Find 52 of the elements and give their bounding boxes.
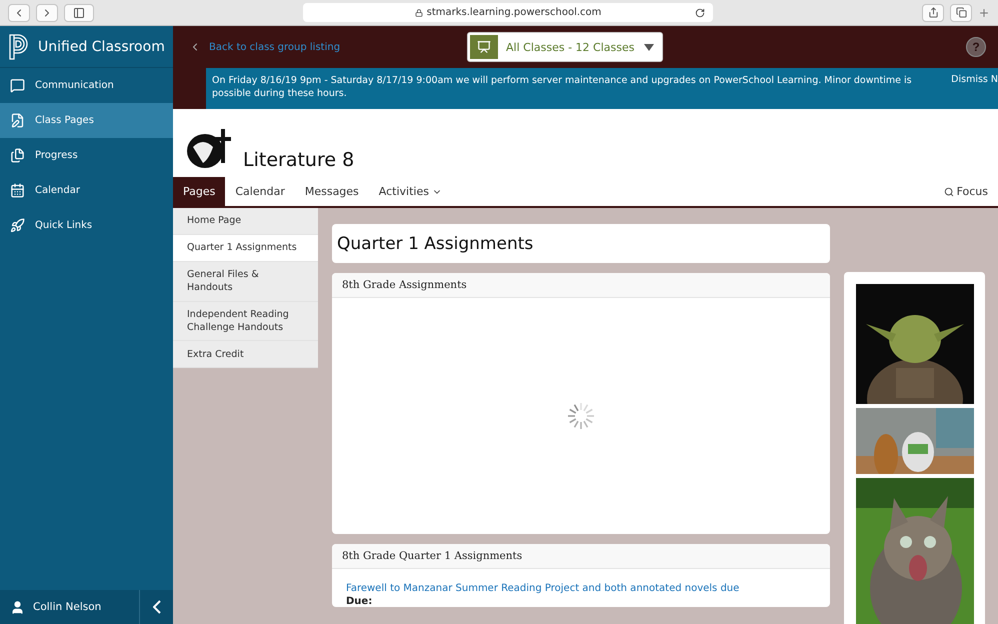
page-item[interactable]: Quarter 1 Assignments	[173, 235, 318, 262]
sidebar-item[interactable]: Quick Links	[0, 208, 173, 243]
card-title: 8th Grade Quarter 1 Assignments	[332, 544, 830, 569]
banner-message: On Friday 8/16/19 9pm - Saturday 8/17/19 9:00am we will perform server maintenance and upgrades on PowerSchool Learning. Minor downtime is possible during these hours.	[211, 74, 913, 102]
caret-icon	[644, 44, 654, 50]
class-tab[interactable]: Activities	[368, 177, 452, 206]
class-picker[interactable]: All Classes - 12 Classes	[467, 32, 663, 62]
back-link[interactable]: Back to class group listing	[189, 41, 340, 53]
chevron-left-icon	[152, 600, 160, 614]
address-bar[interactable]: stmarks.learning.powerschool.com	[303, 3, 713, 22]
forward-button[interactable]	[36, 4, 58, 22]
sidebar-toggle-button[interactable]	[64, 4, 94, 22]
class-tab[interactable]: Pages	[173, 177, 226, 206]
share-icon	[928, 7, 938, 18]
reload-icon[interactable]	[695, 8, 705, 18]
lion-logo-icon	[185, 127, 233, 171]
page-item[interactable]: General Files & Handouts	[173, 262, 318, 302]
files-icon	[10, 148, 25, 163]
user-icon	[10, 600, 25, 614]
edit-icon	[10, 113, 25, 128]
share-button[interactable]	[922, 4, 944, 22]
calendar-icon	[10, 183, 25, 198]
page-item[interactable]: Home Page	[173, 208, 318, 235]
app-title: Unified Classroom	[38, 38, 165, 54]
tabs-icon	[956, 7, 966, 18]
sidebar-icon	[73, 6, 85, 18]
class-title: Literature 8	[243, 149, 354, 171]
page-item[interactable]: Independent Reading Challenge Handouts	[173, 302, 318, 342]
lock-icon	[414, 8, 423, 16]
logo-icon	[8, 32, 30, 60]
focus-button[interactable]: Focus	[944, 177, 998, 206]
tabs-button[interactable]	[950, 4, 972, 22]
page-item[interactable]: Extra Credit	[173, 341, 318, 368]
sidebar-item[interactable]: Progress	[0, 138, 173, 173]
assignment-link[interactable]: Farewell to Manzanar Summer Reading Project and both annotated novels due	[346, 583, 816, 594]
presentation-icon	[477, 40, 491, 54]
loading-spinner-icon	[567, 402, 595, 430]
class-tab[interactable]: Messages	[294, 177, 369, 206]
chat-icon	[10, 78, 25, 93]
new-tab-icon[interactable]	[978, 6, 990, 18]
rocket-icon	[10, 218, 25, 233]
back-button[interactable]	[8, 4, 30, 22]
due-label: Due:	[346, 596, 374, 607]
card-title: 8th Grade Assignments	[332, 273, 830, 298]
search-icon	[944, 186, 954, 196]
user-name: Collin Nelson	[33, 601, 102, 613]
class-tab[interactable]: Calendar	[225, 177, 295, 206]
page-title: Quarter 1 Assignments	[332, 224, 830, 263]
sidebar-item[interactable]: Calendar	[0, 173, 173, 208]
sidebar-item[interactable]: Communication	[0, 68, 173, 103]
sidebar-item[interactable]: Class Pages	[0, 103, 173, 138]
dismiss-link[interactable]: Dismiss N	[951, 68, 998, 109]
